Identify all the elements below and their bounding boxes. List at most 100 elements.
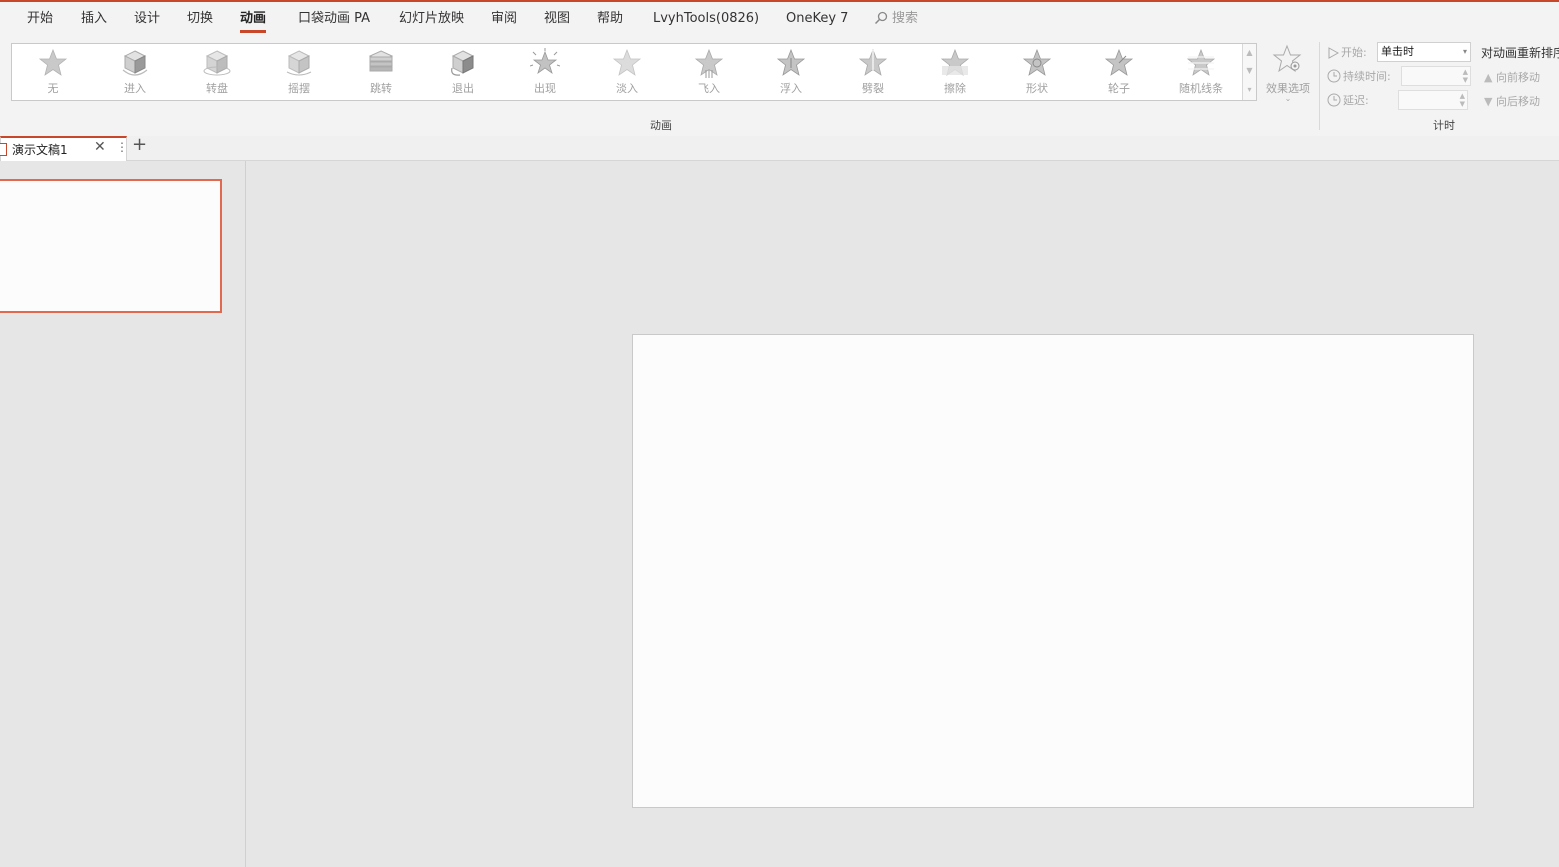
move-earlier-button[interactable]: ▲ 向前移动: [1484, 69, 1540, 85]
animation-fade[interactable]: 淡入: [587, 44, 667, 100]
star-fly-icon: [694, 48, 724, 78]
duration-label: 持续时间:: [1327, 68, 1391, 84]
animation-label: 形状: [1026, 82, 1048, 95]
cube-swing-icon: [286, 50, 312, 76]
search-box[interactable]: 搜索: [874, 2, 918, 36]
tab-design[interactable]: 设计: [134, 2, 160, 36]
gallery-more-button[interactable]: ▾: [1243, 81, 1256, 99]
move-later-button[interactable]: ▼ 向后移动: [1484, 93, 1540, 109]
spin-down-icon[interactable]: ▼: [1463, 76, 1468, 84]
animation-float-in[interactable]: 浮入: [751, 44, 831, 100]
star-fade-icon: [612, 48, 642, 76]
star-wheel-icon: [1104, 48, 1134, 76]
delay-input[interactable]: ▲ ▼: [1398, 90, 1468, 110]
slide-thumbnail[interactable]: [0, 179, 222, 313]
animation-group-label: 动画: [650, 119, 672, 132]
tab-review[interactable]: 审阅: [491, 2, 517, 36]
start-label-text: 开始:: [1341, 46, 1367, 59]
animation-turntable[interactable]: 转盘: [177, 44, 257, 100]
tab-pocket-animation[interactable]: 口袋动画 PA: [298, 2, 370, 36]
more-options-icon[interactable]: ⋮: [116, 140, 128, 154]
animation-none[interactable]: 无: [13, 44, 93, 100]
delay-label: 延迟:: [1327, 92, 1369, 108]
start-select[interactable]: 单击时 ▾: [1377, 42, 1471, 62]
cube-enter-icon: [122, 50, 148, 76]
slide[interactable]: [632, 334, 1474, 808]
gallery-scrollbar: ▲ ▼ ▾: [1242, 44, 1256, 100]
tab-transitions[interactable]: 切换: [187, 2, 213, 36]
animation-label: 跳转: [370, 82, 392, 95]
star-shape-icon: [1022, 48, 1052, 76]
animation-label: 轮子: [1108, 82, 1130, 95]
document-tab[interactable]: 演示文稿1 ✕ ⋮: [0, 136, 128, 161]
animation-split[interactable]: 劈裂: [833, 44, 913, 100]
reorder-title: 对动画重新排序: [1481, 46, 1559, 60]
play-icon: [1328, 47, 1340, 59]
star-random-bars-icon: [1186, 48, 1216, 76]
add-tab-button[interactable]: +: [132, 134, 147, 155]
animation-wheel[interactable]: 轮子: [1079, 44, 1159, 100]
animation-gallery: 无 进入 转盘 摇摆 跳转 退出 出现 淡入 飞入 浮入 劈裂 擦除 形状 轮子…: [11, 43, 1257, 101]
animation-label: 无: [47, 82, 59, 95]
tab-slideshow[interactable]: 幻灯片放映: [399, 2, 464, 36]
document-icon: [0, 143, 7, 156]
animation-fly-in[interactable]: 飞入: [669, 44, 749, 100]
duration-input[interactable]: ▲ ▼: [1401, 66, 1471, 86]
gallery-scroll-up-button[interactable]: ▲: [1243, 44, 1256, 62]
tab-home[interactable]: 开始: [27, 2, 53, 36]
animation-random-bars[interactable]: 随机线条: [1161, 44, 1241, 100]
animation-label: 擦除: [944, 82, 966, 95]
menu-bar: 开始 插入 设计 切换 动画 口袋动画 PA 幻灯片放映 审阅 视图 帮助 Lv…: [0, 2, 1559, 38]
animation-appear[interactable]: 出现: [505, 44, 585, 100]
cube-jump-icon: [368, 50, 394, 72]
animation-label: 随机线条: [1179, 82, 1223, 95]
ribbon-separator: [1319, 42, 1320, 130]
close-icon[interactable]: ✕: [94, 139, 106, 155]
spin-down-icon[interactable]: ▼: [1460, 100, 1465, 108]
animation-label: 飞入: [698, 82, 720, 95]
delay-label-text: 延迟:: [1343, 94, 1369, 107]
animation-exit[interactable]: 退出: [423, 44, 503, 100]
duration-label-text: 持续时间:: [1343, 70, 1391, 83]
star-icon: [38, 48, 68, 76]
tab-insert[interactable]: 插入: [81, 2, 107, 36]
animation-label: 淡入: [616, 82, 638, 95]
tab-view[interactable]: 视图: [544, 2, 570, 36]
effect-options-button[interactable]: 效果选项 ⌄: [1262, 42, 1314, 104]
animation-enter[interactable]: 进入: [95, 44, 175, 100]
animation-shape[interactable]: 形状: [997, 44, 1077, 100]
animation-swing[interactable]: 摇摆: [259, 44, 339, 100]
tab-animations[interactable]: 动画: [240, 2, 267, 36]
tab-help[interactable]: 帮助: [597, 2, 623, 36]
ribbon-animations: 无 进入 转盘 摇摆 跳转 退出 出现 淡入 飞入 浮入 劈裂 擦除 形状 轮子…: [0, 38, 1559, 137]
animation-jump[interactable]: 跳转: [341, 44, 421, 100]
start-select-value: 单击时: [1381, 45, 1414, 58]
timing-group-label: 计时: [1433, 119, 1455, 132]
animation-label: 进入: [124, 82, 146, 95]
chevron-down-icon: ▾: [1462, 47, 1467, 56]
star-gear-icon: [1272, 44, 1302, 73]
star-wipe-icon: [940, 48, 970, 76]
animation-label: 浮入: [780, 82, 802, 95]
spin-up-icon[interactable]: ▲: [1460, 92, 1465, 100]
animation-wipe[interactable]: 擦除: [915, 44, 995, 100]
tab-onekey[interactable]: OneKey 7: [786, 2, 848, 36]
gallery-scroll-down-button[interactable]: ▼: [1243, 62, 1256, 80]
search-placeholder: 搜索: [892, 11, 919, 26]
star-split-icon: [858, 48, 888, 76]
start-label: 开始:: [1327, 44, 1367, 60]
slide-thumbnails-pane: [0, 161, 246, 867]
cube-exit-icon: [451, 50, 475, 76]
animation-label: 转盘: [206, 82, 228, 95]
document-tab-name: 演示文稿1: [12, 143, 68, 157]
slide-editor-canvas: [246, 161, 1559, 867]
move-later-label: 向后移动: [1495, 95, 1540, 108]
triangle-down-icon: ▼: [1484, 95, 1493, 108]
clock-icon: [1327, 93, 1341, 107]
spin-up-icon[interactable]: ▲: [1463, 68, 1468, 76]
document-tab-bar: 演示文稿1 ✕ ⋮ +: [0, 134, 1559, 161]
star-burst-icon: [530, 48, 560, 75]
animation-label: 摇摆: [288, 82, 310, 95]
tab-lvyhtools[interactable]: LvyhTools(0826): [653, 2, 759, 36]
star-float-icon: [776, 48, 806, 76]
